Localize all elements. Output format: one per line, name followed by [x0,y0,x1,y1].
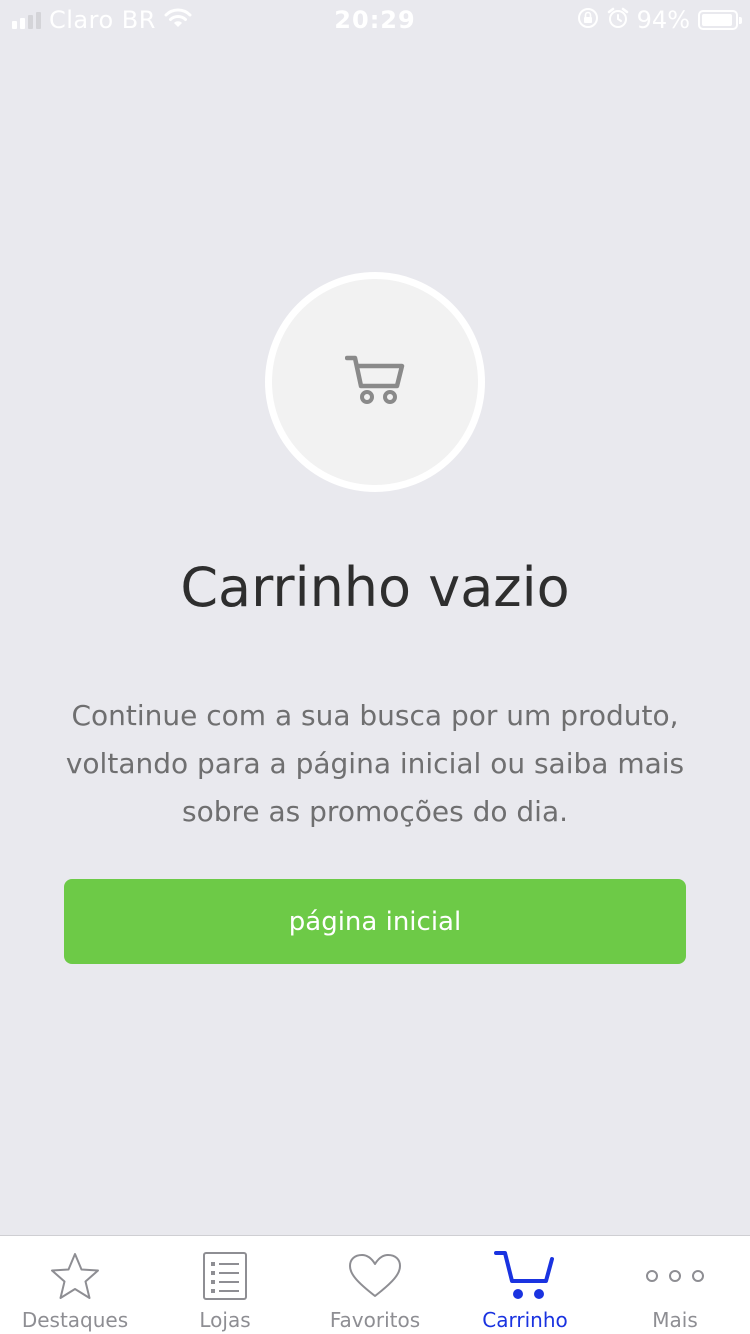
battery-fill [702,14,732,26]
list-icon [202,1248,248,1304]
orientation-lock-icon [577,7,599,33]
more-icon [644,1248,706,1304]
empty-cart-illustration [265,272,485,492]
tab-bar: Destaques Lojas Favoritos Carrinho Mais [0,1235,750,1334]
tab-label: Favoritos [329,1308,421,1332]
alarm-icon [607,7,629,33]
cart-icon [344,354,405,410]
status-bar: Claro BR 20:29 94% [0,0,750,40]
cart-icon [494,1248,556,1304]
heart-icon [347,1248,403,1304]
tab-carrinho[interactable]: Carrinho [450,1236,600,1334]
tab-label: Mais [652,1308,698,1332]
empty-cart-description: Continue com a sua busca por um produto,… [65,699,685,828]
tab-mais[interactable]: Mais [600,1236,750,1334]
tab-label: Destaques [21,1308,129,1332]
tab-lojas[interactable]: Lojas [150,1236,300,1334]
tab-label: Lojas [199,1308,251,1332]
empty-cart-title: Carrinho vazio [180,556,570,619]
tab-label: Carrinho [482,1308,568,1332]
battery-percent: 94% [636,6,690,34]
status-bar-right: 94% [577,6,742,34]
tab-favoritos[interactable]: Favoritos [300,1236,450,1334]
star-icon [49,1248,101,1304]
tab-destaques[interactable]: Destaques [0,1236,150,1334]
home-page-button[interactable]: página inicial [64,879,686,964]
battery-icon [698,10,742,30]
